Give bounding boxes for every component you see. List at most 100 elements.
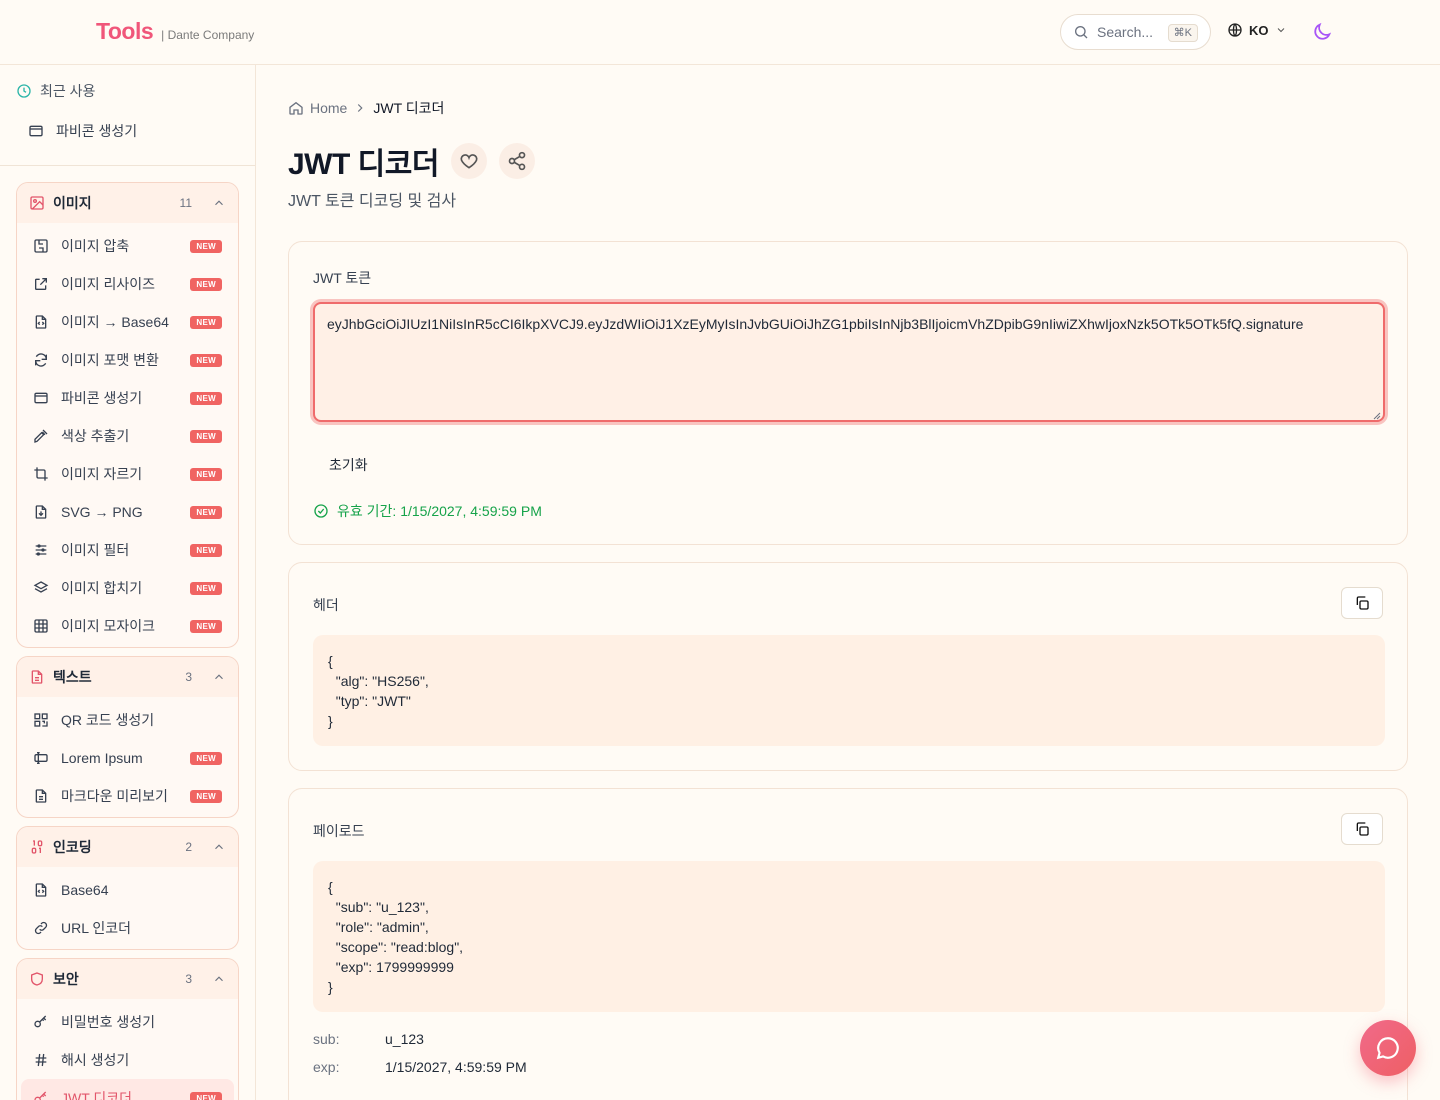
binary-icon: [31, 840, 43, 854]
recent-item-favicon[interactable]: 파비콘 생성기: [28, 121, 137, 141]
sidebar-item-image-mosaic[interactable]: 이미지 모자이크 NEW: [17, 607, 238, 645]
recent-item-label: 파비콘 생성기: [56, 123, 138, 139]
nav-label: 색상 추출기: [61, 428, 130, 444]
sidebar-item-hash-generator[interactable]: 해시 생성기: [17, 1041, 238, 1079]
copy-header-button[interactable]: [1341, 587, 1383, 619]
chevron-up-icon: [215, 976, 223, 982]
new-badge: NEW: [190, 789, 222, 803]
main-content: Home JWT 디코더 JWT 디코더 JWT 토큰 디코딩 및 검사 JWT…: [288, 65, 1408, 1100]
sidebar-item-url-encoder[interactable]: URL 인코더: [17, 909, 238, 947]
nav-label: JWT 디코더: [61, 1090, 133, 1100]
token-label: JWT 토큰: [313, 270, 372, 286]
nav-label: 비밀번호 생성기: [61, 1014, 156, 1030]
brand[interactable]: Tools | Dante Company: [96, 18, 254, 45]
share-icon: [508, 151, 526, 171]
nav-label: QR 코드 생성기: [61, 712, 155, 728]
new-badge: NEW: [190, 239, 222, 253]
file-code-icon: [35, 315, 47, 329]
nav-label: 이미지 합치기: [61, 580, 143, 596]
group-image-header[interactable]: 이미지 11: [17, 183, 238, 223]
copy-icon: [1356, 822, 1369, 836]
sidebar-item-image-crop[interactable]: 이미지 자르기 NEW: [17, 455, 238, 493]
new-badge: NEW: [190, 315, 222, 329]
grid-icon: [34, 619, 48, 633]
group-image: 이미지 11 이미지 압축 NEW 이미지 리사이즈 NEW 이미지 → Bas…: [16, 182, 239, 648]
group-security: 보안 3 비밀번호 생성기 해시 생성기 JWT 디코더 NEW: [16, 958, 239, 1100]
browser-window-icon: [34, 392, 48, 404]
home-icon: [289, 101, 303, 115]
sidebar-item-password-generator[interactable]: 비밀번호 생성기: [17, 1003, 238, 1041]
group-text: 텍스트 3 QR 코드 생성기 Lorem Ipsum NEW 마크다운 미리보…: [16, 656, 239, 818]
divider: [0, 165, 255, 166]
brand-name: Tools: [96, 18, 154, 44]
chevron-up-icon: [215, 844, 223, 850]
language-code: KO: [1249, 22, 1269, 38]
sidebar-item-image-resize[interactable]: 이미지 리사이즈 NEW: [17, 265, 238, 303]
group-text-header[interactable]: 텍스트 3: [17, 657, 238, 697]
title-row: JWT 디코더: [288, 139, 535, 183]
nav-label: 이미지 모자이크: [61, 618, 156, 634]
resize-icon: [35, 278, 47, 290]
validity-status: 유효 기간: 1/15/2027, 4:59:59 PM: [313, 501, 542, 521]
sidebar-item-base64[interactable]: Base64: [17, 871, 238, 909]
language-selector[interactable]: KO: [1227, 22, 1287, 38]
resize-grip-icon[interactable]: [1371, 410, 1381, 420]
claim-value: 1/15/2027, 4:59:59 PM: [385, 1059, 527, 1075]
group-title: 텍스트: [53, 669, 92, 685]
sidebar-item-image-merge[interactable]: 이미지 합치기 NEW: [17, 569, 238, 607]
share-button[interactable]: [498, 143, 535, 179]
text-cursor-icon: [34, 752, 48, 764]
sidebar-item-favicon[interactable]: 파비콘 생성기 NEW: [17, 379, 238, 417]
file-text-icon: [35, 789, 47, 803]
chevron-up-icon: [215, 674, 223, 680]
sidebar-item-jwt-decoder[interactable]: JWT 디코더 NEW: [21, 1079, 234, 1100]
claim-row: exp: 1/15/2027, 4:59:59 PM: [313, 1059, 527, 1075]
nav-label: 이미지 리사이즈: [61, 276, 156, 292]
sidebar-item-svg-png[interactable]: SVG → PNG NEW: [17, 493, 238, 531]
sidebar-item-image-filter[interactable]: 이미지 필터 NEW: [17, 531, 238, 569]
copy-payload-button[interactable]: [1341, 813, 1383, 845]
sidebar-item-markdown[interactable]: 마크다운 미리보기 NEW: [17, 777, 238, 815]
favorite-button[interactable]: [450, 143, 487, 179]
group-title: 이미지: [53, 195, 92, 211]
sidebar-item-lorem-ipsum[interactable]: Lorem Ipsum NEW: [17, 739, 238, 777]
jwt-token-input[interactable]: eyJhbGciOiJIUzI1NiIsInR5cCI6IkpXVCJ9.eyJ…: [313, 302, 1385, 422]
theme-toggle[interactable]: [1311, 21, 1333, 48]
search-placeholder: Search...: [1097, 24, 1154, 40]
header-card: 헤더 { "alg": "HS256", "typ": "JWT" }: [288, 562, 1408, 771]
group-title: 보안: [53, 971, 79, 987]
chat-button[interactable]: [1360, 1020, 1416, 1076]
group-count: 3: [185, 972, 192, 986]
new-badge: NEW: [190, 353, 222, 367]
sidebar-item-color-picker[interactable]: 색상 추출기 NEW: [17, 417, 238, 455]
group-security-header[interactable]: 보안 3: [17, 959, 238, 999]
search-input[interactable]: Search... ⌘K: [1060, 14, 1211, 50]
group-title: 인코딩: [53, 839, 92, 855]
top-header: Tools | Dante Company Search... ⌘K KO: [0, 0, 1440, 65]
eyedropper-icon: [34, 429, 48, 443]
recent-title-label: 최근 사용: [40, 83, 96, 99]
moon-icon: [1314, 22, 1332, 40]
reset-button[interactable]: 초기화: [329, 455, 368, 475]
breadcrumb-home[interactable]: Home: [310, 100, 347, 116]
sidebar-item-image-format[interactable]: 이미지 포맷 변환 NEW: [17, 341, 238, 379]
header-json: { "alg": "HS256", "typ": "JWT" }: [313, 635, 1385, 746]
sidebar-item-image-base64[interactable]: 이미지 → Base64 NEW: [17, 303, 238, 341]
payload-label: 페이로드: [313, 823, 365, 839]
new-badge: NEW: [190, 391, 222, 405]
group-encoding-header[interactable]: 인코딩 2: [17, 827, 238, 867]
sidebar-item-qr-code[interactable]: QR 코드 생성기: [17, 701, 238, 739]
header-label: 헤더: [313, 597, 339, 613]
new-badge: NEW: [190, 277, 222, 291]
recent-title: 최근 사용: [16, 81, 95, 101]
globe-icon: [1228, 23, 1242, 37]
nav-label: 이미지 자르기: [61, 466, 143, 482]
token-card: JWT 토큰 eyJhbGciOiJIUzI1NiIsInR5cCI6IkpXV…: [288, 241, 1408, 545]
nav-label: 이미지 → Base64: [61, 314, 169, 330]
group-encoding: 인코딩 2 Base64 URL 인코더: [16, 826, 239, 950]
sidebar-item-image-compress[interactable]: 이미지 압축 NEW: [17, 227, 238, 265]
chevron-right-icon: [358, 104, 363, 112]
new-badge: NEW: [190, 619, 222, 633]
nav-label: SVG → PNG: [61, 504, 143, 520]
refresh-icon: [34, 353, 48, 367]
